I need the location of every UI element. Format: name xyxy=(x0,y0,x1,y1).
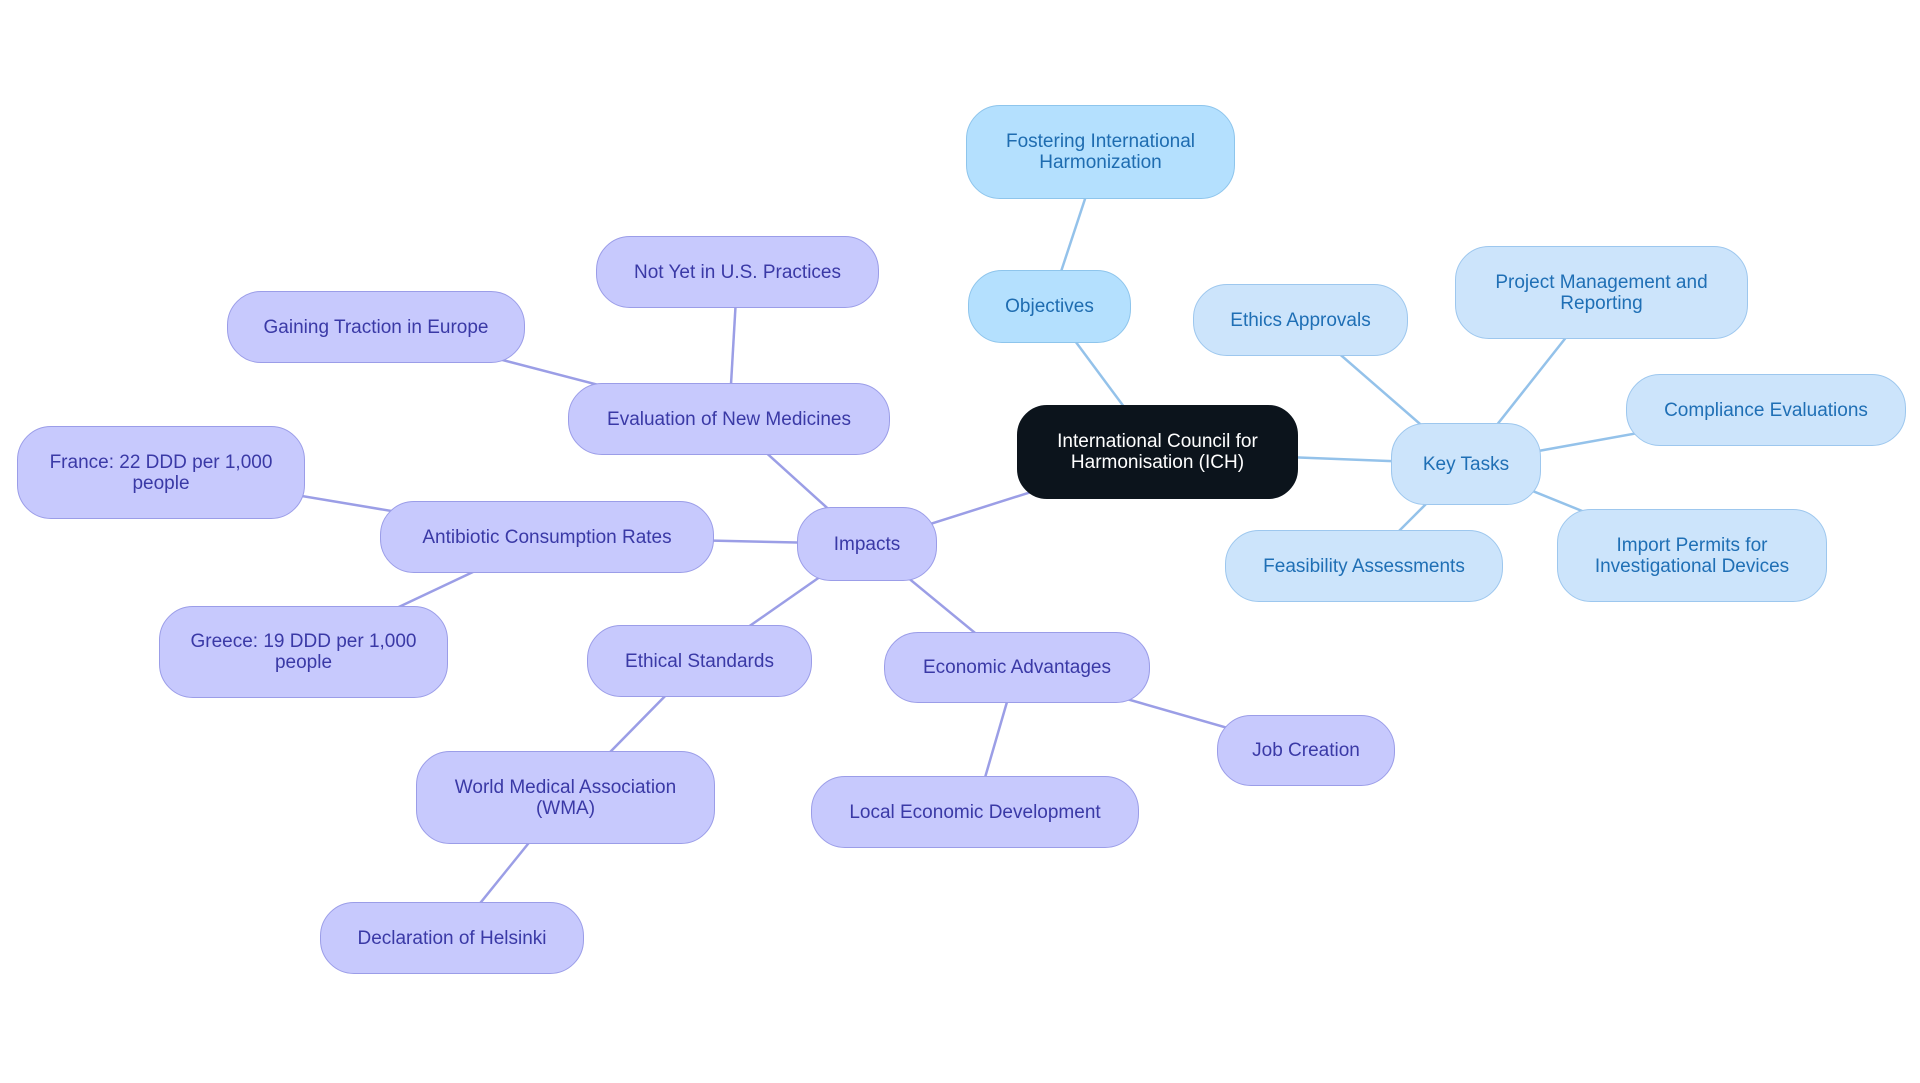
node-label: Feasibility Assessments xyxy=(1263,555,1465,577)
node-label: Impacts xyxy=(833,533,901,555)
node-label: Antibiotic Consumption Rates xyxy=(422,526,672,548)
node-label: Evaluation of New Medicines xyxy=(607,408,851,430)
node-compliance[interactable]: Compliance Evaluations xyxy=(1626,374,1906,446)
node-antibiotic[interactable]: Antibiotic Consumption Rates xyxy=(380,501,714,573)
node-label: Greece: 19 DDD per 1,000 people xyxy=(190,631,417,673)
node-fostering[interactable]: Fostering International Harmonization xyxy=(966,105,1235,199)
node-label: Compliance Evaluations xyxy=(1664,399,1868,421)
node-label: Job Creation xyxy=(1252,740,1360,761)
node-label: International Council for Harmonisation … xyxy=(1057,431,1258,473)
node-import-permits[interactable]: Import Permits for Investigational Devic… xyxy=(1557,509,1827,602)
node-ethics-approvals[interactable]: Ethics Approvals xyxy=(1193,284,1408,356)
node-label: Local Economic Development xyxy=(849,801,1101,823)
node-impacts[interactable]: Impacts xyxy=(797,507,937,581)
node-label: Fostering International Harmonization xyxy=(1005,131,1196,173)
node-label: Declaration of Helsinki xyxy=(357,927,547,949)
node-local-economic[interactable]: Local Economic Development xyxy=(811,776,1139,848)
node-evaluation[interactable]: Evaluation of New Medicines xyxy=(568,383,890,455)
node-label: Not Yet in U.S. Practices xyxy=(634,261,841,283)
node-label: Import Permits for Investigational Devic… xyxy=(1594,534,1790,577)
node-label: Gaining Traction in Europe xyxy=(263,316,489,338)
node-label: Ethical Standards xyxy=(625,650,774,672)
node-not-yet-us[interactable]: Not Yet in U.S. Practices xyxy=(596,236,879,308)
node-gaining-europe[interactable]: Gaining Traction in Europe xyxy=(227,291,525,363)
node-ethical-standards[interactable]: Ethical Standards xyxy=(587,625,812,697)
node-objectives[interactable]: Objectives xyxy=(968,270,1131,343)
node-wma[interactable]: World Medical Association (WMA) xyxy=(416,751,715,844)
node-economic[interactable]: Economic Advantages xyxy=(884,632,1150,703)
node-label: France: 22 DDD per 1,000 people xyxy=(49,451,273,494)
node-label: Economic Advantages xyxy=(922,657,1111,678)
node-france[interactable]: France: 22 DDD per 1,000 people xyxy=(17,426,305,519)
node-key-tasks[interactable]: Key Tasks xyxy=(1391,423,1541,505)
node-greece[interactable]: Greece: 19 DDD per 1,000 people xyxy=(159,606,448,698)
node-label: Project Management and Reporting xyxy=(1495,271,1708,314)
node-label: World Medical Association (WMA) xyxy=(454,776,677,819)
node-feasibility[interactable]: Feasibility Assessments xyxy=(1225,530,1503,602)
node-helsinki[interactable]: Declaration of Helsinki xyxy=(320,902,584,974)
node-label: Objectives xyxy=(1005,296,1094,317)
node-label: Ethics Approvals xyxy=(1230,309,1371,331)
node-job-creation[interactable]: Job Creation xyxy=(1217,715,1395,786)
node-label: Key Tasks xyxy=(1422,453,1510,475)
node-project-management[interactable]: Project Management and Reporting xyxy=(1455,246,1748,339)
node-ich[interactable]: International Council for Harmonisation … xyxy=(1017,405,1298,499)
